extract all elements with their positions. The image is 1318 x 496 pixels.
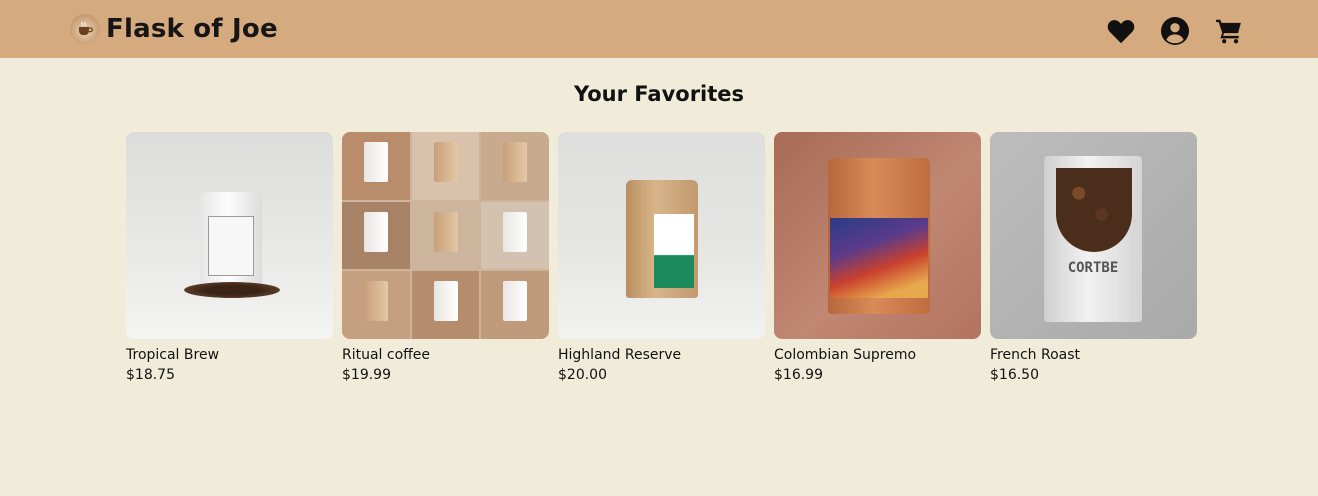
product-name[interactable]: Tropical Brew bbox=[126, 347, 333, 363]
account-user-icon[interactable] bbox=[1160, 16, 1190, 46]
product-price: $20.00 bbox=[558, 367, 607, 383]
product-name[interactable]: French Roast bbox=[990, 347, 1197, 363]
coffee-bag-graphic bbox=[364, 142, 388, 182]
collage-tile bbox=[411, 271, 480, 339]
collage-tile bbox=[342, 201, 410, 270]
shopping-cart-icon[interactable] bbox=[1214, 16, 1244, 46]
favorites-grid: Tropical Brew $18.75 Ritual coffee $19.9… bbox=[126, 132, 1197, 383]
product-image[interactable] bbox=[342, 132, 549, 339]
coffee-bag-graphic bbox=[364, 281, 388, 322]
collage-tile bbox=[411, 132, 480, 200]
product-name[interactable]: Ritual coffee bbox=[342, 347, 549, 363]
brand-name: Flask of Joe bbox=[106, 14, 278, 44]
page-title: Your Favorites bbox=[573, 82, 745, 106]
product-price: $16.99 bbox=[774, 367, 823, 383]
brand-link[interactable]: Flask of Joe bbox=[70, 10, 278, 48]
product-card-tropical-brew[interactable]: Tropical Brew $18.75 bbox=[126, 132, 333, 383]
coffee-cup-logo-icon bbox=[70, 14, 100, 44]
product-image[interactable] bbox=[774, 132, 981, 339]
collage-tile bbox=[342, 132, 410, 200]
product-card-highland-reserve[interactable]: Highland Reserve $20.00 bbox=[558, 132, 765, 383]
collage-tile bbox=[481, 201, 549, 270]
coffee-bag-graphic bbox=[433, 281, 458, 322]
favorites-heart-icon[interactable] bbox=[1106, 16, 1136, 46]
product-name[interactable]: Colombian Supremo bbox=[774, 347, 981, 363]
product-name[interactable]: Highland Reserve bbox=[558, 347, 765, 363]
product-image[interactable] bbox=[558, 132, 765, 339]
coffee-bag-graphic bbox=[433, 142, 458, 182]
coffee-bag-graphic bbox=[364, 211, 388, 252]
coffee-bag-graphic bbox=[503, 142, 528, 182]
product-price: $16.50 bbox=[990, 367, 1039, 383]
bag-label-graphic bbox=[208, 216, 254, 276]
collage-tile bbox=[481, 132, 549, 200]
product-card-french-roast[interactable]: CORTBE French Roast $16.50 bbox=[990, 132, 1197, 383]
product-card-colombian-supremo[interactable]: Colombian Supremo $16.99 bbox=[774, 132, 981, 383]
collage-tile bbox=[342, 271, 410, 339]
bean-window-graphic bbox=[1056, 168, 1132, 252]
product-price: $18.75 bbox=[126, 367, 175, 383]
collage-tile bbox=[481, 271, 549, 339]
top-nav-bar: Flask of Joe bbox=[0, 0, 1318, 58]
collage-tile bbox=[411, 201, 480, 270]
bag-artwork-graphic bbox=[830, 218, 928, 298]
product-image[interactable]: CORTBE bbox=[990, 132, 1197, 339]
product-card-ritual-coffee[interactable]: Ritual coffee $19.99 bbox=[342, 132, 549, 383]
bag-brand-text: CORTBE bbox=[1067, 260, 1119, 276]
product-image[interactable] bbox=[126, 132, 333, 339]
header-icon-group bbox=[1106, 16, 1244, 46]
coffee-beans-graphic bbox=[184, 282, 280, 298]
bag-label-graphic bbox=[654, 214, 694, 288]
coffee-bag-graphic bbox=[503, 211, 528, 252]
product-price: $19.99 bbox=[342, 367, 391, 383]
coffee-bag-graphic bbox=[503, 281, 528, 322]
coffee-bag-graphic bbox=[433, 211, 458, 252]
